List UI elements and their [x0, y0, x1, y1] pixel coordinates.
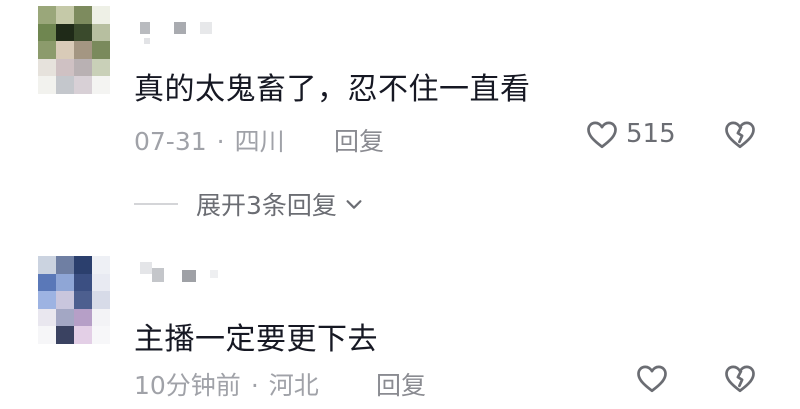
separator-dot: ·	[250, 371, 259, 400]
dislike-button[interactable]	[722, 360, 758, 400]
divider-line	[134, 203, 178, 205]
comment-location: 河北	[268, 371, 319, 400]
reply-button[interactable]: 回复	[376, 366, 426, 402]
comment-date: 10分钟前	[134, 371, 241, 400]
username[interactable]	[130, 258, 220, 282]
heart-outline-icon	[637, 365, 667, 393]
comment-text: 主播一定要更下去	[134, 322, 378, 357]
avatar[interactable]	[38, 256, 110, 344]
chevron-down-icon	[346, 200, 362, 209]
expand-replies-label: 展开3条回复	[196, 191, 337, 220]
expand-replies-button[interactable]: 展开3条回复	[134, 186, 365, 222]
like-button[interactable]	[634, 360, 676, 396]
comment-meta: 10分钟前 · 河北	[134, 366, 319, 402]
broken-heart-icon	[725, 365, 755, 393]
comment-item: 主播一定要更下去 10分钟前 · 河北 回复	[0, 0, 800, 400]
